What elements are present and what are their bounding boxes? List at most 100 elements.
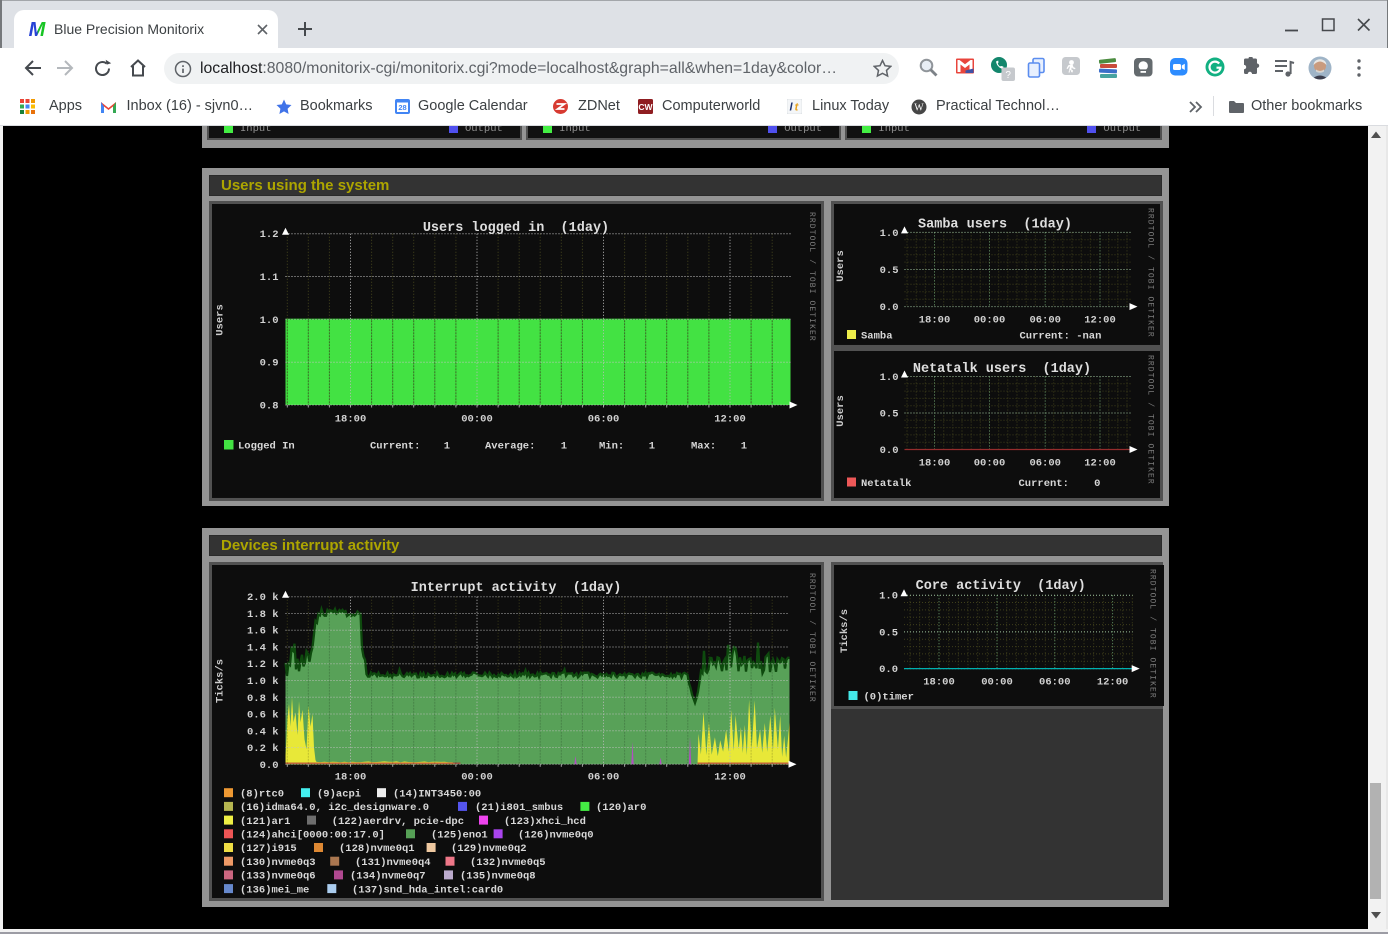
svg-text:Users: Users: [214, 304, 226, 336]
svg-text:Interrupt activity (1day): Interrupt activity (1day): [410, 581, 621, 596]
svg-text:0.2 k: 0.2 k: [246, 743, 278, 755]
svg-text:(131)nvme0q4: (131)nvme0q4: [355, 856, 431, 868]
svg-text:(14)INT3450:00: (14)INT3450:00: [393, 788, 481, 800]
svg-text:1.0 k: 1.0 k: [246, 676, 278, 688]
svg-text:1.0: 1.0: [879, 372, 898, 384]
svg-text:1.2: 1.2: [259, 229, 278, 241]
svg-text:0.4 k: 0.4 k: [246, 726, 278, 738]
svg-text:RRDTOOL / TOBI OETIKER: RRDTOOL / TOBI OETIKER: [807, 212, 816, 342]
svg-text:(124)ahci[0000:00:17.0]: (124)ahci[0000:00:17.0]: [240, 829, 385, 841]
svg-text:0.0: 0.0: [879, 664, 898, 676]
svg-text:Current: 0: Current: 0: [1018, 478, 1100, 490]
svg-text:Current: -nan: Current: -nan: [1019, 331, 1101, 343]
svg-text:M: M: [29, 19, 46, 39]
svg-text:00:00: 00:00: [981, 676, 1013, 688]
svg-text:(16)idma64.0, i2c_designware.0: (16)idma64.0, i2c_designware.0: [240, 802, 429, 814]
svg-text:0.5: 0.5: [879, 408, 898, 420]
svg-text:00:00: 00:00: [461, 771, 493, 783]
svg-text:1.6 k: 1.6 k: [246, 625, 278, 637]
svg-text:RRDTOOL / TOBI OETIKER: RRDTOOL / TOBI OETIKER: [1145, 355, 1154, 485]
svg-text:RRDTOOL / TOBI OETIKER: RRDTOOL / TOBI OETIKER: [1147, 569, 1156, 699]
svg-text:Current:: Current:: [370, 441, 420, 453]
svg-text:Netatalk: Netatalk: [861, 478, 911, 490]
svg-text:06:00: 06:00: [1029, 457, 1061, 469]
svg-text:0.0: 0.0: [879, 302, 898, 314]
svg-text:0.9: 0.9: [259, 358, 278, 370]
svg-text:0.8: 0.8: [259, 401, 278, 413]
svg-text:(136)mei_me: (136)mei_me: [240, 884, 309, 896]
svg-text:Ticks/s: Ticks/s: [214, 658, 226, 702]
svg-text:1: 1: [740, 441, 746, 453]
svg-text:Average:: Average:: [485, 441, 535, 453]
svg-text:1.4 k: 1.4 k: [246, 642, 278, 654]
svg-text:1: 1: [560, 441, 566, 453]
svg-text:1.1: 1.1: [259, 272, 278, 284]
svg-text:Core activity (1day): Core activity (1day): [915, 579, 1085, 594]
svg-text:1.0: 1.0: [259, 315, 278, 327]
svg-text:00:00: 00:00: [973, 457, 1005, 469]
svg-text:12:00: 12:00: [1096, 676, 1128, 688]
svg-text:06:00: 06:00: [587, 771, 619, 783]
svg-text:1.0: 1.0: [879, 590, 898, 602]
svg-text:(8)rtc0: (8)rtc0: [240, 788, 284, 800]
svg-text:1: 1: [648, 441, 654, 453]
svg-text:(21)i801_smbus: (21)i801_smbus: [475, 802, 563, 814]
svg-text:1.0: 1.0: [879, 228, 898, 240]
svg-text:Users: Users: [835, 250, 847, 282]
svg-text:W: W: [914, 103, 924, 114]
svg-text:Max:: Max:: [691, 441, 716, 453]
svg-text:12:00: 12:00: [1084, 457, 1116, 469]
svg-text:1.8 k: 1.8 k: [246, 609, 278, 621]
svg-text:(130)nvme0q3: (130)nvme0q3: [240, 856, 316, 868]
svg-text:18:00: 18:00: [334, 771, 366, 783]
svg-text:RRDTOOL / TOBI OETIKER: RRDTOOL / TOBI OETIKER: [1145, 208, 1154, 338]
svg-text:0.5: 0.5: [879, 265, 898, 277]
svg-text:12:00: 12:00: [714, 771, 746, 783]
svg-text:(123)xhci_hcd: (123)xhci_hcd: [504, 815, 586, 827]
svg-text:RRDTOOL / TOBI OETIKER: RRDTOOL / TOBI OETIKER: [807, 573, 816, 703]
svg-text:18:00: 18:00: [923, 676, 955, 688]
svg-text:06:00: 06:00: [1039, 676, 1071, 688]
svg-text:CW: CW: [638, 102, 653, 112]
svg-text:(132)nvme0q5: (132)nvme0q5: [470, 856, 546, 868]
svg-text:0.0: 0.0: [879, 445, 898, 457]
svg-text:Netatalk users (1day): Netatalk users (1day): [912, 362, 1090, 377]
svg-text:Ticks/s: Ticks/s: [839, 608, 851, 652]
svg-text:(134)nvme0q7: (134)nvme0q7: [350, 870, 426, 882]
svg-text:(127)i915: (127)i915: [240, 843, 297, 855]
svg-text:(125)eno1: (125)eno1: [431, 829, 488, 841]
svg-text:(9)acpi: (9)acpi: [317, 788, 361, 800]
svg-text:Min:: Min:: [599, 441, 624, 453]
svg-text:(129)nvme0q2: (129)nvme0q2: [451, 843, 527, 855]
svg-text:(120)ar0: (120)ar0: [596, 802, 646, 814]
svg-text:(126)nvme0q0: (126)nvme0q0: [518, 829, 594, 841]
svg-text:0.6 k: 0.6 k: [246, 709, 278, 721]
svg-text:(122)aerdrv, pcie-dpc: (122)aerdrv, pcie-dpc: [331, 815, 463, 827]
svg-text:0.0: 0.0: [259, 759, 278, 771]
svg-text:18:00: 18:00: [918, 457, 950, 469]
svg-text:06:00: 06:00: [587, 414, 619, 426]
svg-text:1.2 k: 1.2 k: [246, 659, 278, 671]
svg-text:(133)nvme0q6: (133)nvme0q6: [240, 870, 316, 882]
svg-text:00:00: 00:00: [461, 414, 493, 426]
svg-text:Users logged in (1day): Users logged in (1day): [422, 221, 608, 236]
svg-text:?: ?: [1005, 70, 1011, 81]
svg-text:0.5: 0.5: [879, 627, 898, 639]
svg-text:12:00: 12:00: [714, 414, 746, 426]
svg-text:12:00: 12:00: [1084, 315, 1116, 327]
svg-text:2.0 k: 2.0 k: [246, 592, 278, 604]
svg-text:18:00: 18:00: [334, 414, 366, 426]
svg-text:18:00: 18:00: [918, 315, 950, 327]
svg-text:(135)nvme0q8: (135)nvme0q8: [460, 870, 536, 882]
svg-text:28: 28: [398, 103, 406, 112]
svg-text:06:00: 06:00: [1029, 315, 1061, 327]
svg-text:(137)snd_hda_intel:card0: (137)snd_hda_intel:card0: [352, 884, 503, 896]
svg-text:Samba: Samba: [861, 331, 893, 343]
svg-text:(128)nvme0q1: (128)nvme0q1: [339, 843, 415, 855]
svg-text:(121)ar1: (121)ar1: [240, 815, 290, 827]
svg-text:Samba users (1day): Samba users (1day): [918, 218, 1072, 233]
svg-text:0.8 k: 0.8 k: [246, 692, 278, 704]
svg-text:(0)timer: (0)timer: [863, 691, 913, 703]
svg-text:Users: Users: [835, 395, 847, 427]
svg-text:1: 1: [443, 441, 449, 453]
